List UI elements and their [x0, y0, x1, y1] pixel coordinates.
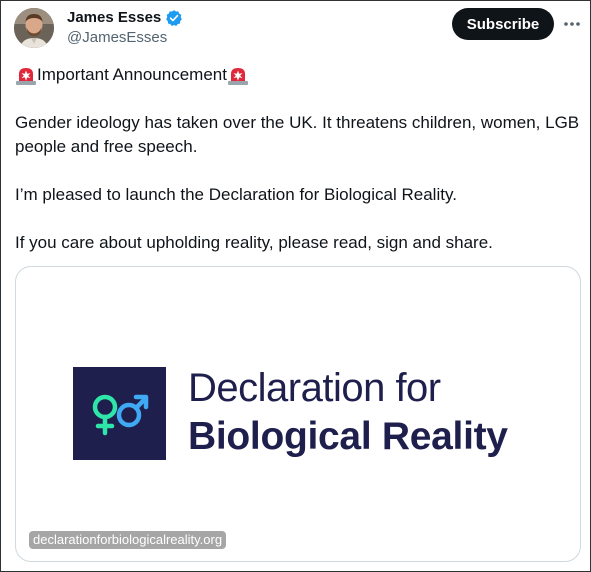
police-car-light-icon — [15, 65, 37, 85]
announcement-text: Important Announcement — [37, 65, 227, 84]
announcement-line: Important Announcement — [15, 63, 580, 87]
tweet-paragraph: If you care about upholding reality, ple… — [15, 233, 493, 252]
handle[interactable]: @JamesEsses — [67, 29, 167, 47]
link-preview-card[interactable]: Declaration for Biological Reality decla… — [15, 266, 581, 562]
verified-badge-icon — [165, 9, 183, 27]
display-name[interactable]: James Esses — [67, 9, 161, 27]
avatar-photo — [14, 8, 54, 48]
tweet-paragraph: I’m pleased to launch the Declaration fo… — [15, 185, 457, 204]
card-title-line-1: Declaration for — [188, 366, 441, 410]
venus-mars-icon — [73, 367, 166, 460]
link-domain-badge: declarationforbiologicalreality.org — [29, 531, 227, 549]
author-name-row[interactable]: James Esses — [67, 9, 183, 27]
more-horizontal-icon[interactable] — [561, 13, 583, 35]
card-title-line-2: Biological Reality — [188, 415, 508, 458]
tweet-text: Important Announcement Gender ideology h… — [15, 63, 580, 255]
subscribe-button[interactable]: Subscribe — [452, 8, 554, 40]
tweet-card: James Esses @JamesEsses Subscribe Import… — [0, 0, 591, 572]
police-car-light-icon — [227, 65, 249, 85]
avatar[interactable] — [14, 8, 54, 48]
tweet-paragraph: Gender ideology has taken over the UK. I… — [15, 113, 580, 156]
